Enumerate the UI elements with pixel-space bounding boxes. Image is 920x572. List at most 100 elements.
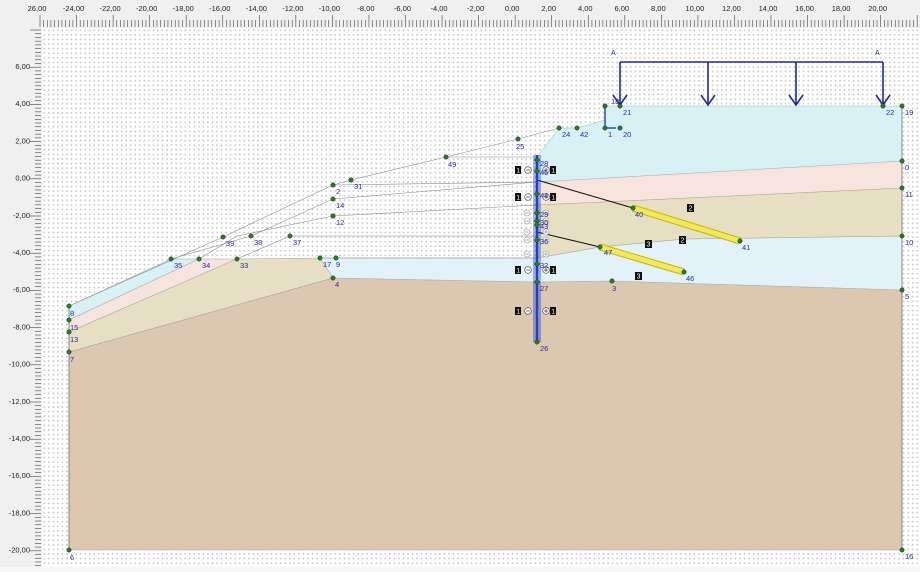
node-point[interactable] xyxy=(234,256,240,262)
ruler-y-label: -2,00 xyxy=(13,211,30,220)
ruler-y-label: -8,00 xyxy=(13,322,30,331)
ruler-y-label: -6,00 xyxy=(13,285,30,294)
node-label: 28 xyxy=(540,159,548,168)
node-point[interactable] xyxy=(609,278,615,284)
ruler-x-label: 6,00 xyxy=(614,4,629,13)
node-label: 3 xyxy=(612,284,616,293)
vertical-ruler-scale: 6,00 4,00 2,00 0,00 -2,00 -4,00 -6,00 -8,00 -10,… xyxy=(9,29,41,566)
node-point[interactable] xyxy=(66,547,72,553)
node-label: 11 xyxy=(905,190,913,199)
node-label: 42 xyxy=(580,130,588,139)
svg-text:3: 3 xyxy=(637,274,641,281)
node-point[interactable] xyxy=(196,256,202,262)
node-label: 34 xyxy=(202,261,210,270)
node-label: 13 xyxy=(70,335,78,344)
ruler-y-label: -14,00 xyxy=(9,434,30,443)
node-point[interactable] xyxy=(66,303,72,309)
node-label: 12 xyxy=(336,218,344,227)
ruler-y-label: 6,00 xyxy=(15,62,30,71)
ruler-y-label: 4,00 xyxy=(15,99,30,108)
strut-tag-text: 1 xyxy=(551,195,555,202)
node-label: 31 xyxy=(354,182,362,191)
node-label: 40 xyxy=(635,210,643,219)
ruler-x-label: 8,00 xyxy=(651,4,666,13)
node-label: 16 xyxy=(905,552,913,561)
ruler-x-label: 12,00 xyxy=(722,4,741,13)
node-point[interactable] xyxy=(330,182,336,188)
node-point[interactable] xyxy=(899,547,905,553)
node-point[interactable] xyxy=(597,244,603,250)
node-label: 22 xyxy=(886,108,894,117)
node-point[interactable] xyxy=(248,233,254,239)
node-point[interactable] xyxy=(317,255,323,261)
node-label: 14 xyxy=(336,201,344,210)
node-point[interactable] xyxy=(287,233,293,239)
node-point[interactable] xyxy=(534,210,540,216)
node-point[interactable] xyxy=(220,234,226,240)
ruler-y-label: -4,00 xyxy=(13,248,30,257)
vertical-ruler: 6,00 4,00 2,00 0,00 -2,00 -4,00 -6,00 -8,00 -10,… xyxy=(0,28,43,567)
node-point[interactable] xyxy=(168,256,174,262)
ruler-x-label: 16,00 xyxy=(795,4,814,13)
node-point[interactable] xyxy=(534,339,540,345)
node-point[interactable] xyxy=(617,125,623,131)
strut-tag-text: 1 xyxy=(551,168,555,175)
geometry-canvas[interactable]: A A 11111111 2 2 3 3 18 21 22 19 1 20 24… xyxy=(42,28,920,567)
node-point[interactable] xyxy=(66,349,72,355)
node-point[interactable] xyxy=(534,168,540,174)
node-label: 15 xyxy=(70,323,78,332)
node-label: 6 xyxy=(70,553,74,562)
horizontal-ruler: 26,00 -24,00 -22,00 -20,00 -18,00 -16,00 -14,0… xyxy=(0,0,920,29)
ruler-y-label: -12,00 xyxy=(9,397,30,406)
node-point[interactable] xyxy=(534,261,540,267)
soil-layer-bedrock[interactable] xyxy=(68,277,903,551)
node-label: 19 xyxy=(905,108,913,117)
node-point[interactable] xyxy=(602,125,608,131)
node-point[interactable] xyxy=(899,233,905,239)
node-point[interactable] xyxy=(617,103,623,109)
node-point[interactable] xyxy=(880,103,886,109)
node-point[interactable] xyxy=(534,218,540,224)
node-label: 26 xyxy=(540,344,548,353)
node-point[interactable] xyxy=(899,185,905,191)
node-point[interactable] xyxy=(899,158,905,164)
node-point[interactable] xyxy=(534,191,540,197)
node-label: 9 xyxy=(336,260,340,269)
node-point[interactable] xyxy=(574,125,580,131)
node-point[interactable] xyxy=(556,125,562,131)
node-label: 24 xyxy=(562,130,570,139)
node-point[interactable] xyxy=(534,279,540,285)
node-point[interactable] xyxy=(443,154,449,160)
node-point[interactable] xyxy=(899,103,905,109)
node-label: 21 xyxy=(623,108,631,117)
model-drawing[interactable]: A A 1 11 11 11 1 2 2 3 3 1821 22 191 202… xyxy=(42,28,920,567)
node-label: 43 xyxy=(540,222,548,231)
strut-tag-text: 1 xyxy=(516,309,520,316)
node-point[interactable] xyxy=(330,213,336,219)
node-point[interactable] xyxy=(602,103,608,109)
node-point[interactable] xyxy=(66,317,72,323)
node-point[interactable] xyxy=(534,237,540,243)
node-point[interactable] xyxy=(899,287,905,293)
ruler-y-label: -20,00 xyxy=(9,546,30,555)
node-label: 47 xyxy=(604,248,612,257)
ruler-x-label: 4,00 xyxy=(578,4,593,13)
ruler-y-label: 0,00 xyxy=(15,174,30,183)
ruler-x-label: -12,00 xyxy=(282,4,303,13)
surcharge-load[interactable] xyxy=(612,61,891,107)
node-label: 0 xyxy=(905,163,909,172)
node-label: 27 xyxy=(540,284,548,293)
ruler-x-label: -8,00 xyxy=(357,4,374,13)
load-label-right: A xyxy=(875,50,880,57)
ruler-x-label: -18,00 xyxy=(173,4,194,13)
node-point[interactable] xyxy=(534,157,540,163)
node-point[interactable] xyxy=(66,329,72,335)
node-point[interactable] xyxy=(534,222,540,228)
node-label: 32 xyxy=(540,261,548,270)
node-label: 35 xyxy=(174,261,182,270)
strut-tag-text: 1 xyxy=(516,168,520,175)
node-point[interactable] xyxy=(515,136,521,142)
node-point[interactable] xyxy=(348,177,354,183)
node-point[interactable] xyxy=(330,196,336,202)
ruler-x-label: -24,00 xyxy=(63,4,84,13)
